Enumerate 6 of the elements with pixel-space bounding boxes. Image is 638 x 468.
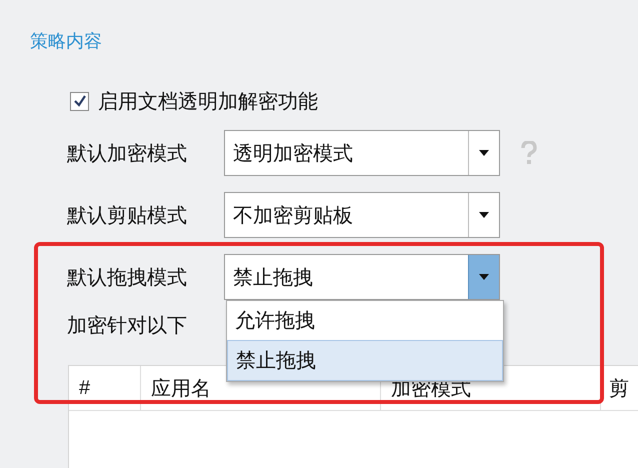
checkbox-label: 启用文档透明加解密功能 — [98, 90, 318, 114]
section-title: 策略内容 — [30, 30, 102, 53]
field-label: 默认加密模式 — [67, 142, 188, 166]
field-label: 默认拖拽模式 — [67, 266, 188, 290]
description-text: 加密针对以下 — [67, 314, 187, 339]
field-label: 默认剪贴模式 — [67, 204, 188, 228]
